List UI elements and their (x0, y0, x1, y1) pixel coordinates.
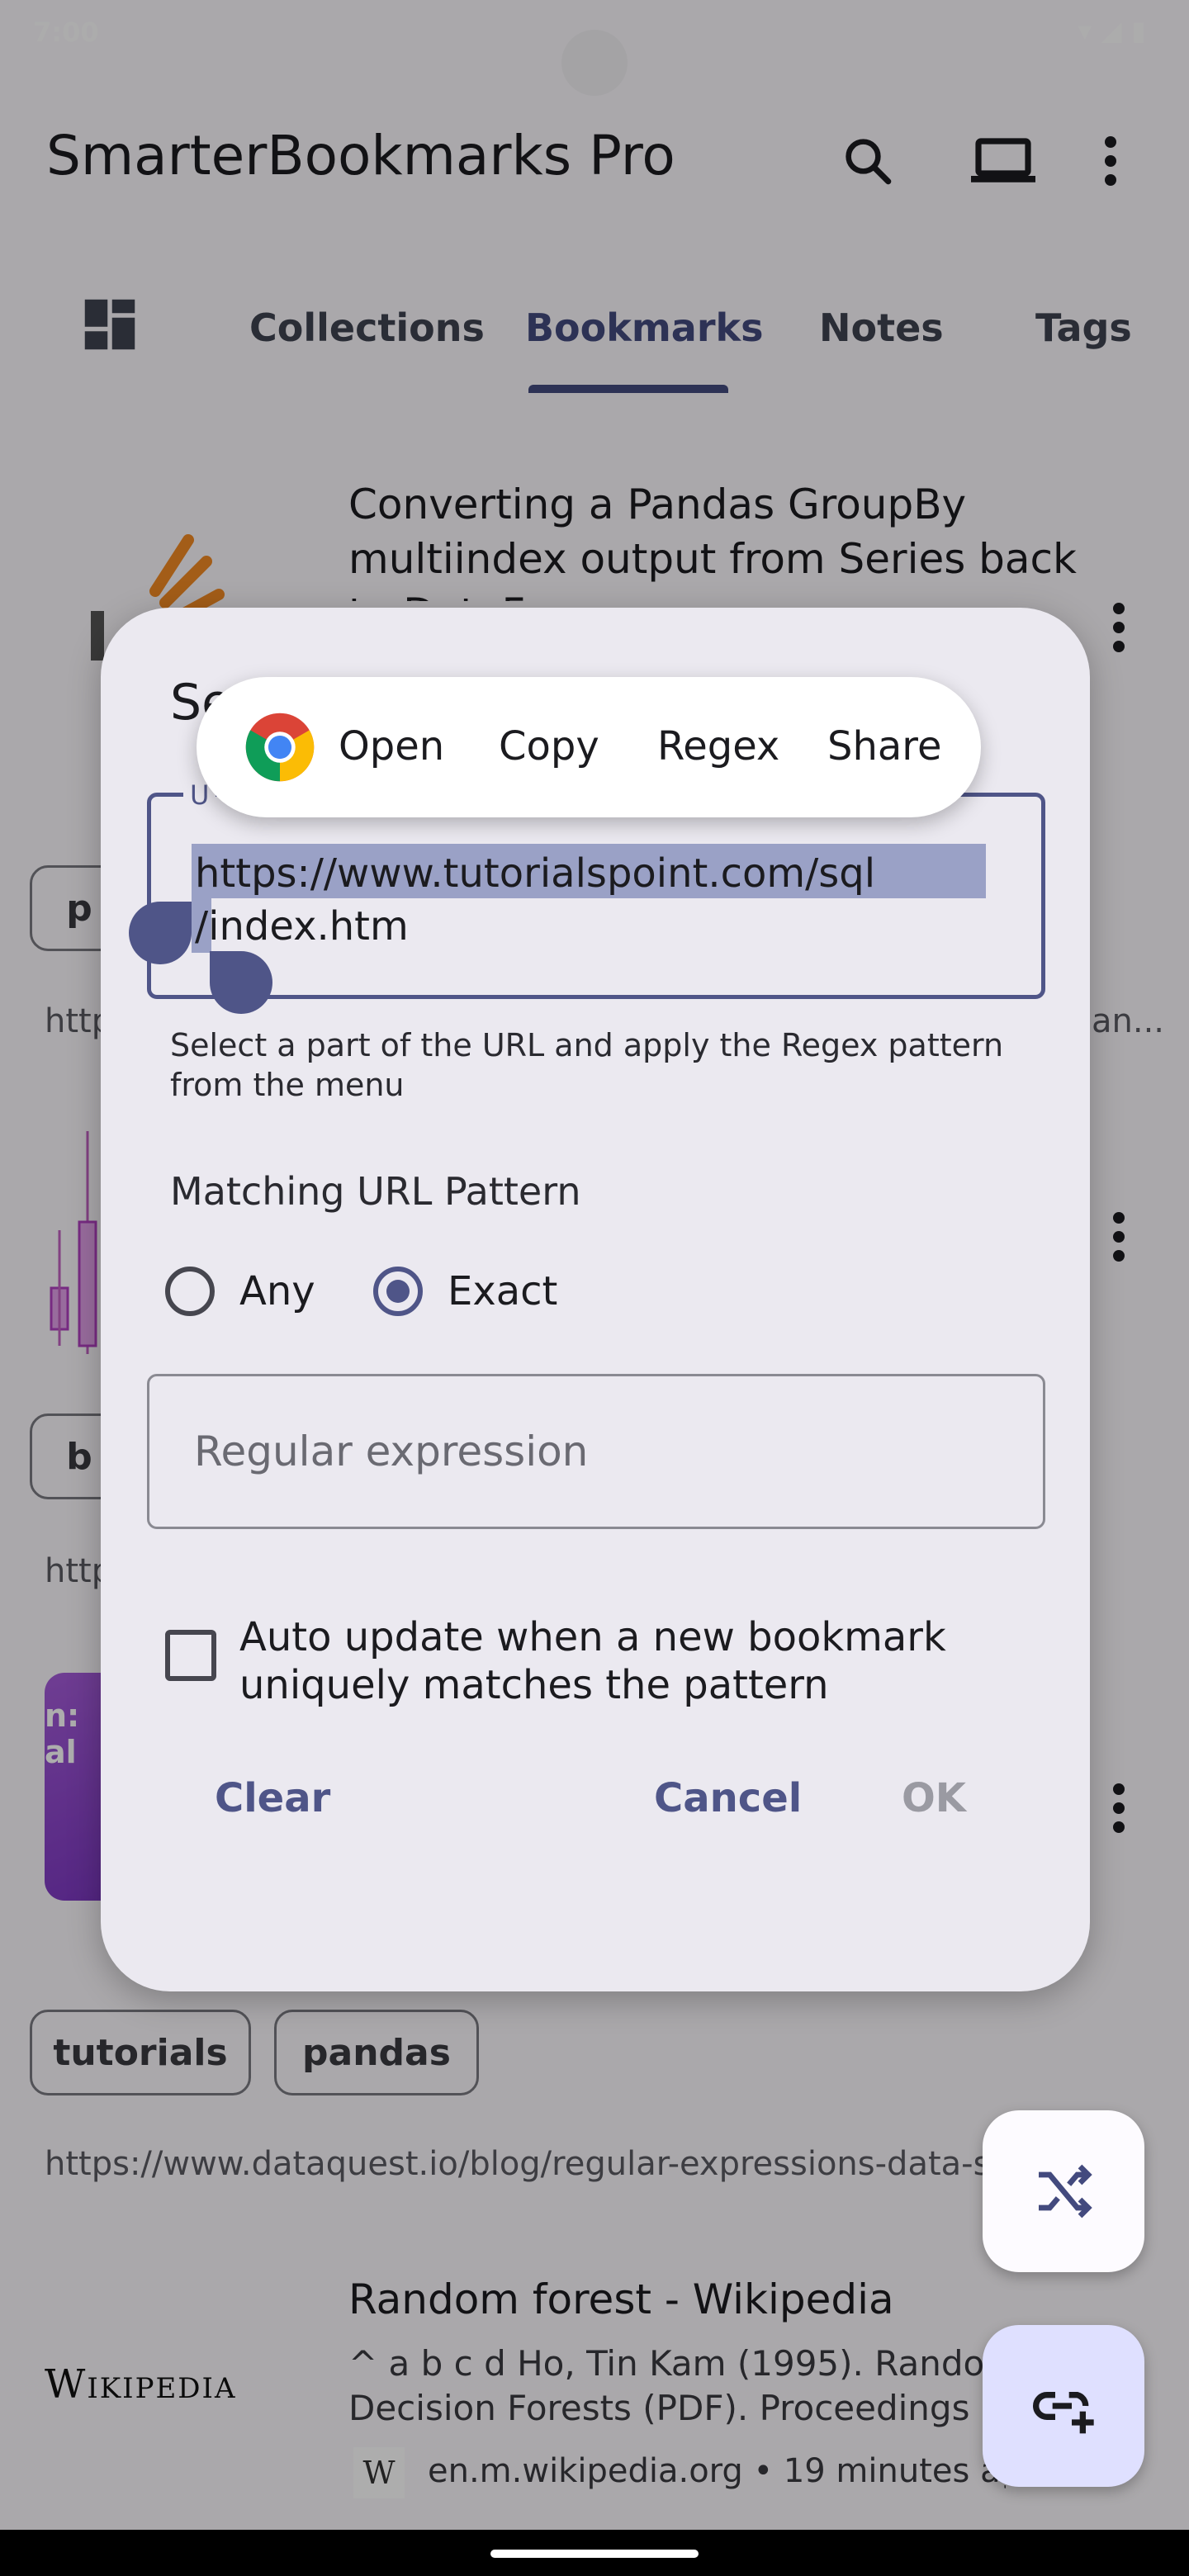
url-line-1: https://www.tutorialspoint.com/sql (195, 850, 876, 897)
shuffle-icon (1039, 2164, 1092, 2218)
matching-pattern-label: Matching URL Pattern (170, 1169, 581, 1214)
open-action[interactable]: Open (339, 723, 444, 769)
auto-update-label[interactable]: Auto update when a new bookmark uniquely… (239, 1613, 983, 1709)
shuffle-fab[interactable] (983, 2110, 1144, 2272)
regex-placeholder: Regular expression (194, 1428, 589, 1475)
chrome-icon[interactable] (243, 710, 317, 788)
add-link-icon (1033, 2392, 1094, 2434)
add-bookmark-fab[interactable] (983, 2325, 1144, 2487)
auto-update-checkbox[interactable] (165, 1630, 216, 1681)
helper-text: Select a part of the URL and apply the R… (170, 1027, 1004, 1103)
radio-exact-label[interactable]: Exact (448, 1268, 557, 1314)
ok-button[interactable]: OK (902, 1775, 966, 1821)
radio-exact[interactable] (373, 1267, 423, 1316)
clear-button[interactable]: Clear (215, 1775, 330, 1821)
share-action[interactable]: Share (827, 723, 942, 769)
regex-action[interactable]: Regex (657, 723, 779, 769)
copy-action[interactable]: Copy (499, 723, 599, 769)
text-selection-toolbar: Open Copy Regex Share (197, 677, 981, 817)
selection-start-handle[interactable] (129, 902, 192, 964)
url-line-2: /index.htm (195, 903, 409, 949)
radio-any[interactable] (165, 1267, 215, 1316)
gesture-handle[interactable] (490, 2550, 699, 2558)
regex-input[interactable]: Regular expression (147, 1374, 1045, 1529)
selection-end-handle[interactable] (210, 951, 272, 1014)
radio-any-label[interactable]: Any (239, 1268, 315, 1314)
cancel-button[interactable]: Cancel (654, 1775, 802, 1821)
url-text[interactable]: https://www.tutorialspoint.com/sql /inde… (195, 847, 1004, 953)
